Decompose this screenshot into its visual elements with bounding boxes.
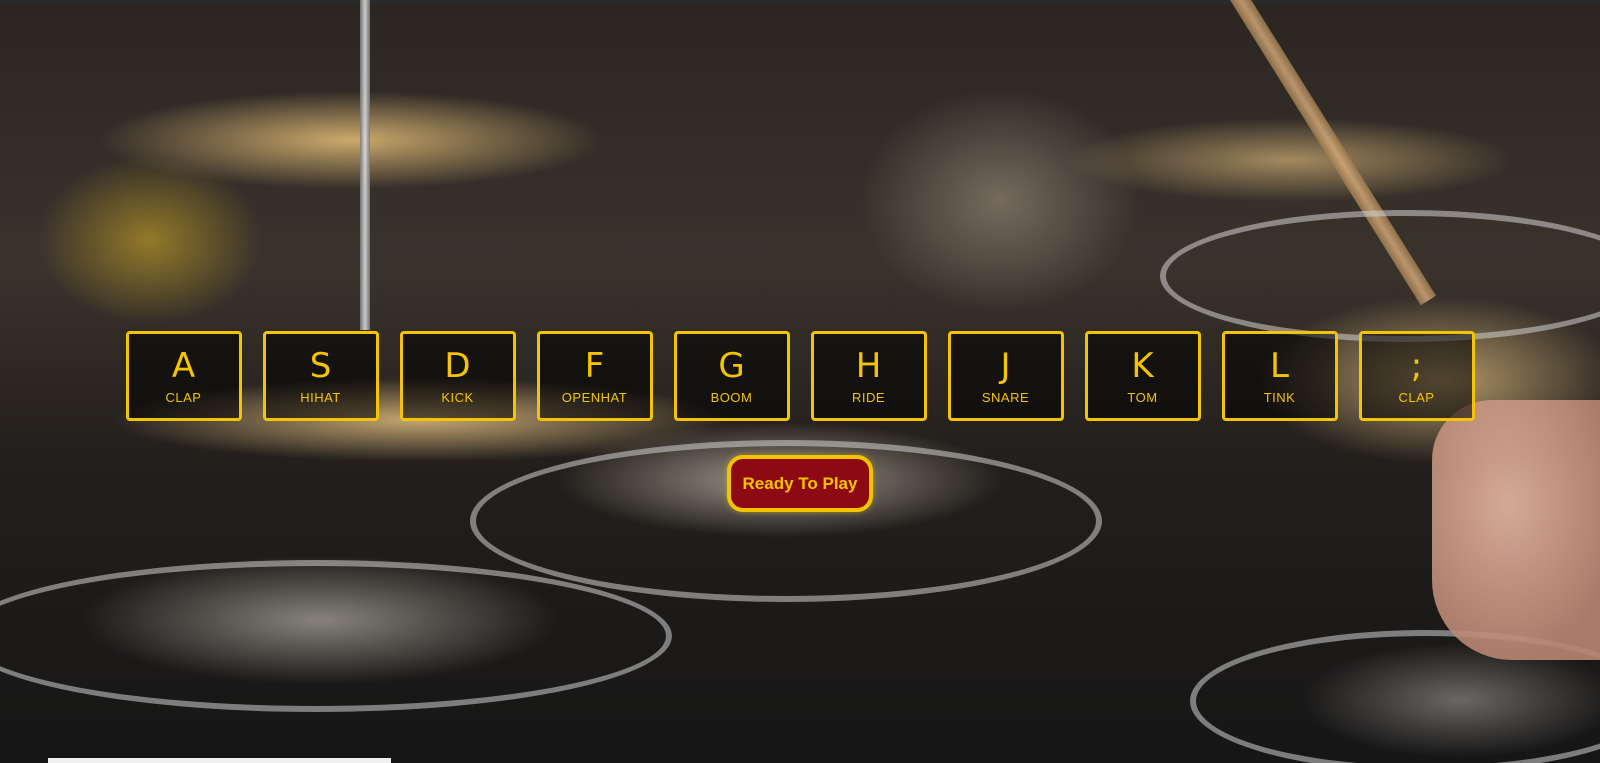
key-letter: L bbox=[1270, 346, 1289, 386]
key-letter: ; bbox=[1410, 346, 1423, 386]
key-a-clap[interactable]: A clap bbox=[125, 331, 242, 421]
ready-to-play-button[interactable]: Ready To Play bbox=[727, 455, 873, 512]
tom-drum-image bbox=[0, 560, 672, 712]
key-letter: J bbox=[1000, 346, 1011, 386]
sound-label: clap bbox=[1398, 390, 1435, 405]
top-border bbox=[0, 0, 1600, 4]
drummer-hand-image bbox=[1432, 400, 1600, 660]
key-semicolon-clap[interactable]: ; clap bbox=[1358, 331, 1475, 421]
rack-tom-image bbox=[1160, 210, 1600, 342]
key-letter: S bbox=[309, 346, 332, 386]
drum-kit-background: A clap S hihat D kick F openhat G boom H… bbox=[0, 0, 1600, 763]
sound-label: kick bbox=[441, 390, 474, 405]
key-l-tink[interactable]: L tink bbox=[1221, 331, 1338, 421]
cymbal-stand-image bbox=[360, 0, 370, 330]
sound-label: ride bbox=[851, 390, 886, 405]
key-letter: K bbox=[1131, 346, 1154, 386]
sound-label: boom bbox=[710, 390, 753, 405]
key-f-openhat[interactable]: F openhat bbox=[536, 331, 653, 421]
key-g-boom[interactable]: G boom bbox=[673, 331, 790, 421]
sound-label: openhat bbox=[561, 390, 628, 405]
key-letter: G bbox=[718, 346, 745, 386]
key-j-snare[interactable]: J snare bbox=[947, 331, 1064, 421]
key-letter: H bbox=[855, 346, 882, 386]
key-letter: D bbox=[444, 346, 471, 386]
key-d-kick[interactable]: D kick bbox=[399, 331, 516, 421]
sound-label: tom bbox=[1127, 390, 1158, 405]
key-k-tom[interactable]: K tom bbox=[1084, 331, 1201, 421]
key-letter: F bbox=[584, 346, 605, 386]
key-h-ride[interactable]: H ride bbox=[810, 331, 927, 421]
sound-label: hihat bbox=[300, 390, 341, 405]
bottom-scrollbar[interactable] bbox=[48, 758, 391, 763]
sound-label: clap bbox=[165, 390, 202, 405]
key-s-hihat[interactable]: S hihat bbox=[262, 331, 379, 421]
sound-label: snare bbox=[981, 390, 1030, 405]
key-letter: A bbox=[171, 346, 196, 386]
drum-keys: A clap S hihat D kick F openhat G boom H… bbox=[0, 331, 1600, 421]
sound-label: tink bbox=[1263, 390, 1296, 405]
